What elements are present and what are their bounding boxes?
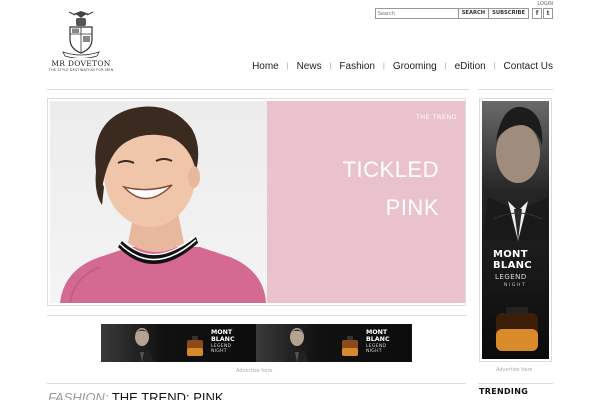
nav-item-edition[interactable]: eDition — [455, 61, 486, 72]
banner-product: LEGEND NIGHT — [366, 344, 387, 354]
article-title[interactable]: FASHION: THE TREND: PINK — [48, 390, 224, 400]
banner-ad-panel: MONT BLANC LEGEND NIGHT — [256, 324, 411, 362]
social-links: f t — [532, 8, 553, 19]
perfume-bottle-icon — [342, 336, 358, 356]
hero-headline-line1: TICKLED — [342, 157, 439, 182]
sidebar-ad-image: MONT BLANC LEGEND NIGHT — [482, 101, 549, 359]
sidebar-ad-product-sub: NIGHT — [504, 283, 527, 288]
trending-heading: TRENDING — [479, 387, 529, 396]
divider — [47, 383, 466, 384]
smiling-man-image — [60, 106, 266, 303]
perfume-bottle-icon — [187, 336, 203, 356]
banner-brand: MONT BLANC — [211, 329, 235, 343]
model-portrait-icon — [131, 328, 153, 362]
sidebar-ad[interactable]: MONT BLANC LEGEND NIGHT — [479, 98, 552, 362]
article-headline: THE TREND: PINK — [111, 390, 224, 400]
site-logo[interactable]: MR DOVETON THE STYLE DESTINATION FOR MEN — [47, 8, 115, 78]
brand-tagline: THE STYLE DESTINATION FOR MEN — [48, 68, 114, 72]
search-input[interactable] — [374, 8, 459, 19]
banner-ad-panel: MONT BLANC LEGEND NIGHT — [101, 324, 256, 362]
nav-separator: | — [444, 63, 447, 70]
nav-item-home[interactable]: Home — [252, 61, 279, 72]
search-button[interactable]: SEARCH — [458, 8, 490, 19]
nav-separator: | — [329, 63, 332, 70]
banner-ad[interactable]: MONT BLANC LEGEND NIGHT MONT BLANC LEGEN… — [101, 324, 412, 362]
twitter-icon[interactable]: t — [543, 8, 553, 19]
sidebar-ad-brand: MONT BLANC — [493, 249, 532, 271]
search-bar: SEARCH SUBSCRIBE f t — [374, 8, 553, 19]
model-portrait-icon — [482, 106, 549, 351]
divider — [478, 89, 553, 90]
article-category: FASHION: — [48, 390, 109, 400]
hero-kicker: THE TREND — [415, 113, 457, 121]
crest-icon — [62, 11, 100, 58]
banner-product: LEGEND NIGHT — [211, 344, 232, 354]
hero-photo — [50, 101, 267, 303]
model-portrait-icon — [286, 328, 308, 362]
nav-item-grooming[interactable]: Grooming — [393, 61, 437, 72]
hero-headline-line2: PINK — [385, 195, 439, 220]
banner-brand: MONT BLANC — [366, 329, 390, 343]
hero-feature[interactable]: THE TREND TICKLED PINK — [47, 98, 466, 306]
nav-separator: | — [383, 63, 385, 70]
nav-item-fashion[interactable]: Fashion — [339, 61, 375, 72]
nav-separator: | — [286, 63, 289, 70]
main-nav: Home | News | Fashion | Grooming | eDiti… — [252, 61, 553, 72]
nav-separator: | — [493, 63, 496, 70]
divider — [47, 315, 466, 316]
nav-item-news[interactable]: News — [297, 61, 322, 72]
advertise-here-link[interactable]: Advertise here — [236, 368, 272, 374]
login-link[interactable]: LOGIN — [537, 1, 553, 7]
brand-name: MR DOVETON — [51, 59, 111, 68]
subscribe-button[interactable]: SUBSCRIBE — [489, 8, 529, 19]
hero-text-panel: THE TREND TICKLED PINK — [267, 101, 465, 303]
divider — [47, 89, 469, 90]
advertise-here-link[interactable]: Advertise here — [496, 367, 532, 373]
sidebar-ad-product: LEGEND — [495, 273, 527, 281]
nav-item-contact-us[interactable]: Contact Us — [504, 61, 553, 72]
facebook-icon[interactable]: f — [532, 8, 542, 19]
divider — [478, 383, 553, 384]
